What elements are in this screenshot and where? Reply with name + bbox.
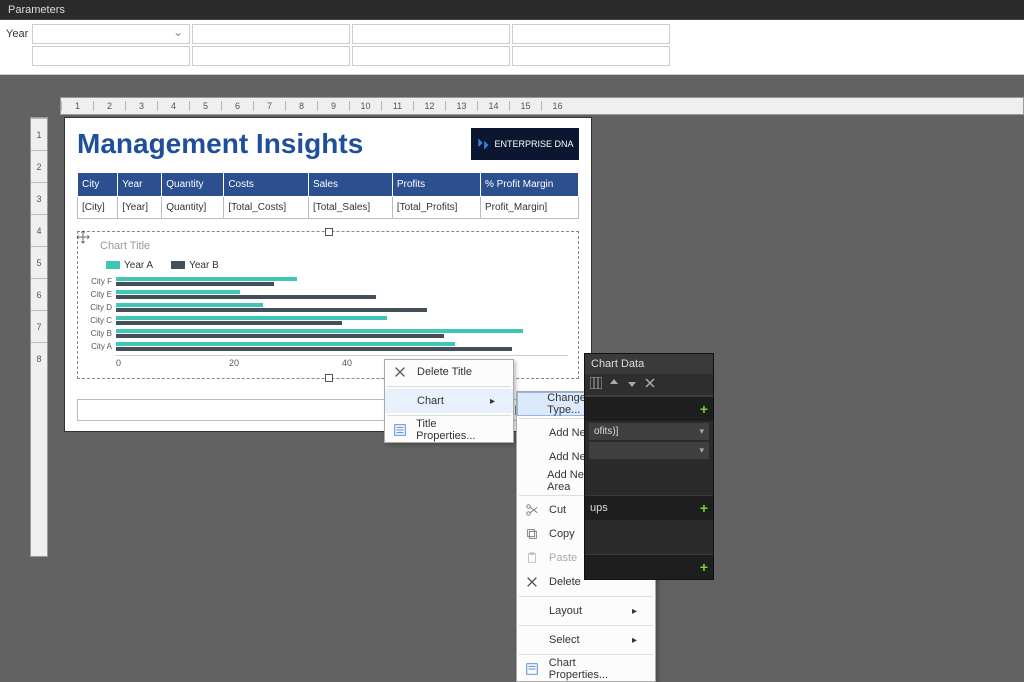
year-label: Year xyxy=(6,24,30,44)
context-menu-title: Delete Title Chart Title Properties... xyxy=(384,359,514,443)
chart-placeholder[interactable]: Chart Title Year A Year B City FCity ECi… xyxy=(77,231,579,379)
param-cell[interactable] xyxy=(352,24,510,44)
param-cell[interactable] xyxy=(512,46,670,66)
vertical-ruler: 12345678 xyxy=(30,117,48,557)
value-field[interactable] xyxy=(589,442,709,459)
enterprise-dna-logo: ENTERPRISE DNA xyxy=(471,128,579,160)
arrow-up-icon[interactable] xyxy=(608,377,620,392)
column-header[interactable]: % Profit Margin xyxy=(480,173,578,197)
horizontal-ruler: 12345678910111213141516 xyxy=(60,97,1024,115)
menu-select[interactable]: Select xyxy=(517,628,655,652)
menu-delete-title[interactable]: Delete Title xyxy=(385,360,513,384)
properties-icon xyxy=(523,660,541,678)
grid-icon[interactable] xyxy=(590,377,602,392)
menu-chart-properties[interactable]: Chart Properties... xyxy=(517,657,655,681)
chart-legend[interactable]: Year A Year B xyxy=(106,260,568,271)
design-surface: 12345678910111213141516 12345678 Managem… xyxy=(0,75,1024,557)
cell[interactable]: [Total_Profits] xyxy=(392,197,480,219)
chart-data-header: Chart Data xyxy=(585,354,713,374)
data-table[interactable]: CityYearQuantityCostsSalesProfits% Profi… xyxy=(77,172,579,219)
properties-icon xyxy=(391,421,408,439)
cell[interactable]: [City] xyxy=(78,197,118,219)
close-icon xyxy=(523,573,541,591)
paste-icon xyxy=(523,549,541,567)
year-combo[interactable] xyxy=(32,24,190,44)
chart-data-panel[interactable]: Chart Data + ofits)] ups+ + xyxy=(584,353,714,580)
plus-icon[interactable]: + xyxy=(700,401,708,417)
move-handle-icon[interactable] xyxy=(76,230,90,244)
param-cell[interactable] xyxy=(192,46,350,66)
close-icon xyxy=(391,363,409,381)
column-header[interactable]: Year xyxy=(118,173,162,197)
column-header[interactable]: Profits xyxy=(392,173,480,197)
column-header[interactable]: Quantity xyxy=(162,173,224,197)
close-icon[interactable] xyxy=(644,377,656,392)
column-header[interactable]: City xyxy=(78,173,118,197)
legend-swatch-a xyxy=(106,261,120,269)
category-groups-section[interactable]: ups+ xyxy=(585,495,713,520)
plus-icon[interactable]: + xyxy=(700,559,708,575)
scissors-icon xyxy=(523,501,541,519)
report-title[interactable]: Management Insights xyxy=(77,128,363,160)
column-header[interactable]: Sales xyxy=(308,173,392,197)
cell[interactable]: Profit_Margin] xyxy=(480,197,578,219)
values-section[interactable]: + xyxy=(585,396,713,421)
chart-title-placeholder[interactable]: Chart Title xyxy=(100,240,568,252)
parameters-panel: Year xyxy=(0,20,1024,75)
cell[interactable]: Quantity] xyxy=(162,197,224,219)
parameters-header: Parameters xyxy=(0,0,1024,20)
value-field[interactable]: ofits)] xyxy=(589,423,709,440)
plus-icon[interactable]: + xyxy=(700,500,708,516)
menu-layout[interactable]: Layout xyxy=(517,599,655,623)
series-groups-section[interactable]: + xyxy=(585,554,713,579)
legend-swatch-b xyxy=(171,261,185,269)
chart-data-toolbar xyxy=(585,374,713,396)
cell[interactable]: [Total_Sales] xyxy=(308,197,392,219)
menu-chart[interactable]: Chart xyxy=(385,389,513,413)
cell[interactable]: [Year] xyxy=(118,197,162,219)
param-cell[interactable] xyxy=(352,46,510,66)
cell[interactable]: [Total_Costs] xyxy=(224,197,309,219)
param-cell[interactable] xyxy=(512,24,670,44)
param-cell[interactable] xyxy=(32,46,190,66)
copy-icon xyxy=(523,525,541,543)
menu-title-properties[interactable]: Title Properties... xyxy=(385,418,513,442)
arrow-down-icon[interactable] xyxy=(626,377,638,392)
param-cell[interactable] xyxy=(192,24,350,44)
chart-bars: City FCity ECity DCity CCity BCity A xyxy=(116,277,568,355)
column-header[interactable]: Costs xyxy=(224,173,309,197)
